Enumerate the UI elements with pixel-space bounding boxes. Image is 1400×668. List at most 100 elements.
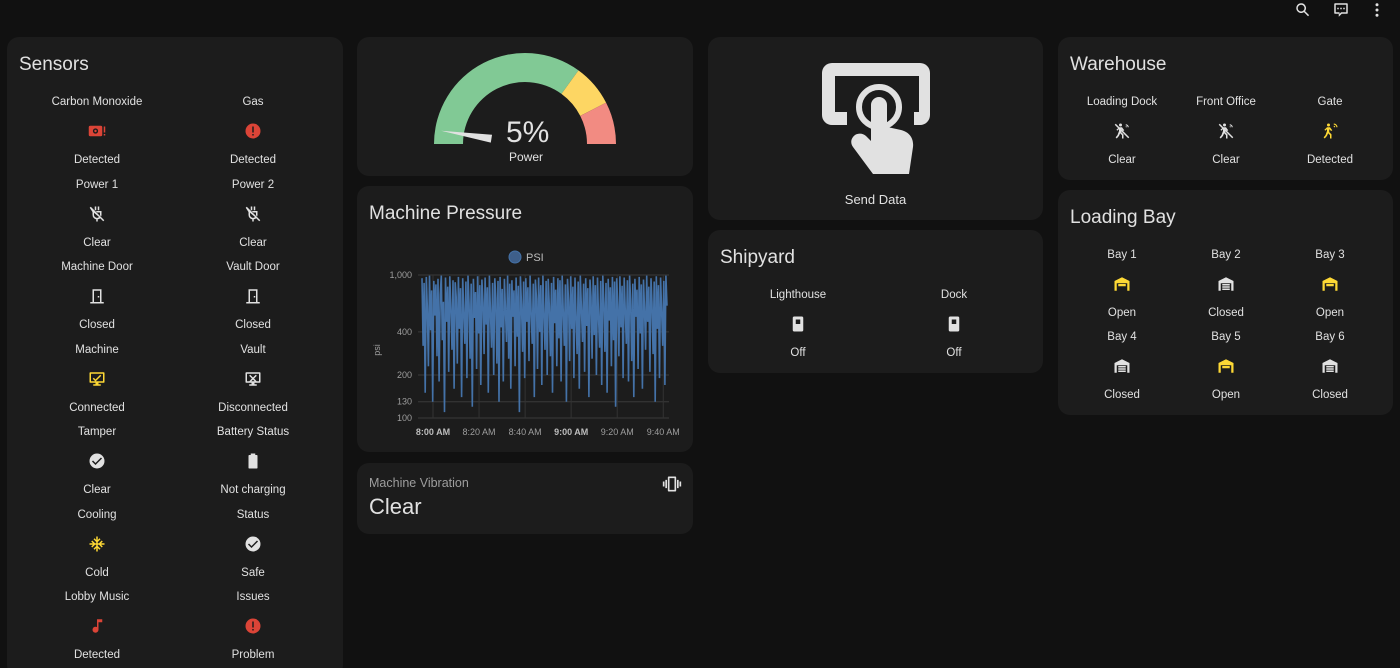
entity-carbon-monoxide[interactable]: Carbon Monoxide Detected xyxy=(19,94,175,168)
entity-lobby-music[interactable]: Lobby Music Detected xyxy=(19,589,175,663)
search-icon xyxy=(1296,3,1310,17)
entity-name: Cooling xyxy=(77,508,117,521)
entity-state: Closed xyxy=(79,319,115,331)
pressure-chart[interactable]: 1,000 400 200 130 100 8:00 AM 8:20 AM 8:40 AM 9… xyxy=(357,186,693,452)
entity-status[interactable]: Status Safe xyxy=(175,507,331,581)
entity-icon-wrap xyxy=(175,275,331,317)
entity-state: Not charging xyxy=(220,484,286,496)
machine-vibration-card[interactable]: Machine Vibration Clear xyxy=(357,463,693,534)
entity-name: Power 1 xyxy=(75,178,119,191)
entity-lighthouse[interactable]: Lighthouse Off xyxy=(720,287,876,361)
assist-button[interactable] xyxy=(1328,0,1354,20)
entity-bay-6[interactable]: Bay 6 Closed xyxy=(1278,329,1382,403)
entity-state: Problem xyxy=(231,649,275,661)
shipyard-card-title: Shipyard xyxy=(720,247,795,268)
send-data-card[interactable]: Send Data xyxy=(708,37,1043,220)
warehouse-card-title: Warehouse xyxy=(1070,54,1167,75)
entity-state: Open xyxy=(1315,307,1345,319)
entity-issues[interactable]: Issues Problem xyxy=(175,589,331,663)
vibrate-icon xyxy=(662,476,682,492)
garage-icon xyxy=(1114,359,1130,373)
power-gauge-card[interactable]: 5% Power xyxy=(357,37,693,176)
entity-state: Safe xyxy=(241,566,265,579)
entity-name: Vault xyxy=(240,343,266,356)
x-tick-label: 8:20 AM xyxy=(463,427,496,437)
monitor-check-icon xyxy=(89,371,105,386)
entity-name: Gate xyxy=(1317,96,1343,108)
entity-state: Disconnected xyxy=(218,401,288,414)
entity-icon-wrap xyxy=(1070,263,1174,305)
power-plug-off-icon xyxy=(89,206,105,221)
entity-icon-wrap xyxy=(876,303,1032,345)
gauge-value: 5% xyxy=(506,116,550,149)
entity-dock[interactable]: Dock Off xyxy=(876,287,1032,361)
entity-name: Bay 5 xyxy=(1211,331,1241,343)
entity-name: Issues xyxy=(236,591,270,603)
entity-name: Tamper xyxy=(77,426,117,438)
entity-bay-4[interactable]: Bay 4 Closed xyxy=(1070,329,1174,403)
light-switch-icon xyxy=(792,316,804,332)
entity-loading-dock[interactable]: Loading Dock Clear xyxy=(1070,94,1174,168)
entity-tamper[interactable]: Tamper Clear xyxy=(19,424,175,498)
entity-icon-wrap xyxy=(1278,110,1382,152)
entity-machine-door[interactable]: Machine Door Closed xyxy=(19,259,175,333)
entity-icon-wrap xyxy=(19,358,175,400)
loading-bay-card-title: Loading Bay xyxy=(1070,207,1176,228)
loading-bay-card: Loading Bay Bay 1 Open Bay 2 Closed Bay 3 Ope… xyxy=(1058,190,1393,415)
garage-open-icon xyxy=(1218,359,1234,373)
entity-icon-wrap xyxy=(1070,110,1174,152)
entity-state: Closed xyxy=(1104,389,1140,401)
entity-bay-1[interactable]: Bay 1 Open xyxy=(1070,247,1174,321)
entity-bay-5[interactable]: Bay 5 Open xyxy=(1174,329,1278,403)
y-tick-label: 130 xyxy=(397,397,412,407)
vibration-label: Machine Vibration xyxy=(369,476,469,490)
entity-name: Front Office xyxy=(1196,96,1256,108)
alert-circle-icon xyxy=(245,618,261,634)
chart-x-ticks: 8:00 AM 8:20 AM 8:40 AM 9:00 AM 9:20 AM 9:40 … xyxy=(416,427,680,437)
entity-icon-wrap xyxy=(19,110,175,152)
entity-name: Lobby Music xyxy=(64,591,130,603)
entity-name: Power 2 xyxy=(231,178,275,191)
entity-state: Connected xyxy=(69,401,125,414)
overflow-menu-button[interactable] xyxy=(1364,0,1390,20)
monitor-off-icon xyxy=(245,371,261,386)
entity-icon-wrap xyxy=(19,523,175,565)
entity-power-2[interactable]: Power 2 Clear xyxy=(175,177,331,251)
entity-bay-3[interactable]: Bay 3 Open xyxy=(1278,247,1382,321)
entity-battery-status[interactable]: Battery Status Not charging xyxy=(175,424,331,498)
x-tick-label: 9:40 AM xyxy=(647,427,680,437)
entity-vault[interactable]: Vault Disconnected xyxy=(175,342,331,416)
entity-name: Vault Door xyxy=(226,261,280,273)
x-tick-label: 8:40 AM xyxy=(509,427,542,437)
entity-state: Clear xyxy=(83,236,111,249)
entity-state: Detected xyxy=(229,154,277,166)
send-data-label: Send Data xyxy=(844,192,907,207)
entity-power-1[interactable]: Power 1 Clear xyxy=(19,177,175,251)
motion-sensor-off-icon xyxy=(1218,123,1234,139)
entity-name: Bay 4 xyxy=(1107,331,1137,343)
entity-name: Bay 1 xyxy=(1107,249,1137,261)
legend-label-psi[interactable]: PSI xyxy=(526,252,544,264)
search-button[interactable] xyxy=(1290,0,1316,20)
entity-machine[interactable]: Machine Connected xyxy=(19,342,175,416)
warehouse-card: Warehouse Loading Dock Clear Front Office C… xyxy=(1058,37,1393,180)
chart-y-ticks: 1,000 400 200 130 100 xyxy=(389,270,412,423)
entity-bay-2[interactable]: Bay 2 Closed xyxy=(1174,247,1278,321)
entity-icon-wrap xyxy=(175,193,331,235)
entity-gas[interactable]: Gas Detected xyxy=(175,94,331,168)
entity-vault-door[interactable]: Vault Door Closed xyxy=(175,259,331,333)
garage-icon xyxy=(1218,277,1234,291)
shipyard-card: Shipyard Lighthouse Off Dock Off xyxy=(708,230,1043,373)
entity-icon-wrap xyxy=(175,605,331,647)
entity-name: Bay 2 xyxy=(1211,249,1241,261)
sensors-card: Sensors Carbon Monoxide Detected Gas Detect… xyxy=(7,37,343,668)
entity-name: Battery Status xyxy=(216,426,290,438)
entity-state: Detected xyxy=(1306,154,1354,166)
entity-icon-wrap xyxy=(175,358,331,400)
entity-gate[interactable]: Gate Detected xyxy=(1278,94,1382,168)
entity-cooling[interactable]: Cooling Cold xyxy=(19,507,175,581)
entity-state: Closed xyxy=(1208,307,1244,319)
entity-name: Carbon Monoxide xyxy=(51,96,143,108)
entity-front-office[interactable]: Front Office Clear xyxy=(1174,94,1278,168)
dots-vertical-icon xyxy=(1375,3,1379,17)
